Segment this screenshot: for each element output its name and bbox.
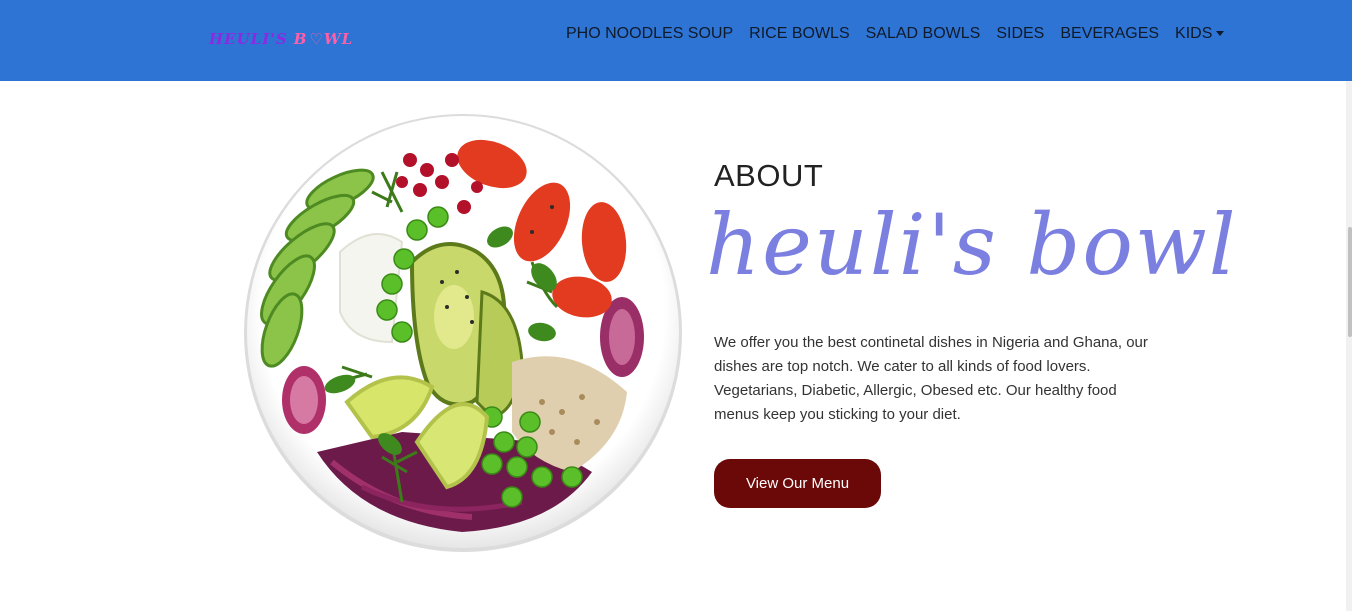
brand-script-title: heuli's bowl — [706, 196, 1238, 294]
logo-text-part3: WL — [323, 30, 354, 48]
logo-text-part2: B — [293, 30, 308, 48]
nav-item-salad-bowls[interactable]: SALAD BOWLS — [866, 24, 981, 44]
main-nav: PHO NOODLES SOUP RICE BOWLS SALAD BOWLS … — [566, 24, 1225, 44]
view-menu-button[interactable]: View Our Menu — [714, 459, 881, 508]
nav-item-pho-noodles-soup[interactable]: PHO NOODLES SOUP — [566, 24, 733, 44]
nav-item-rice-bowls[interactable]: RICE BOWLS — [749, 24, 849, 44]
logo-text-part1: HEULI'S — [209, 30, 288, 48]
salad-bowl-image — [244, 114, 682, 552]
about-description: We offer you the best continetal dishes … — [714, 334, 1148, 423]
heart-icon: ♡ — [309, 30, 324, 48]
page-scrollbar[interactable] — [1346, 81, 1352, 611]
caret-down-icon — [1216, 31, 1225, 37]
brand-logo[interactable]: HEULI'S B ♡ WL — [209, 30, 353, 48]
nav-item-kids-label: KIDS — [1175, 25, 1213, 42]
nav-item-kids-dropdown[interactable]: KIDS — [1175, 24, 1225, 44]
about-heading: ABOUT — [714, 158, 824, 193]
nav-item-beverages[interactable]: BEVERAGES — [1060, 24, 1159, 44]
scrollbar-thumb[interactable] — [1348, 227, 1352, 337]
top-navbar: HEULI'S B ♡ WL PHO NOODLES SOUP RICE BOW… — [0, 0, 1352, 81]
nav-item-sides[interactable]: SIDES — [996, 24, 1044, 44]
